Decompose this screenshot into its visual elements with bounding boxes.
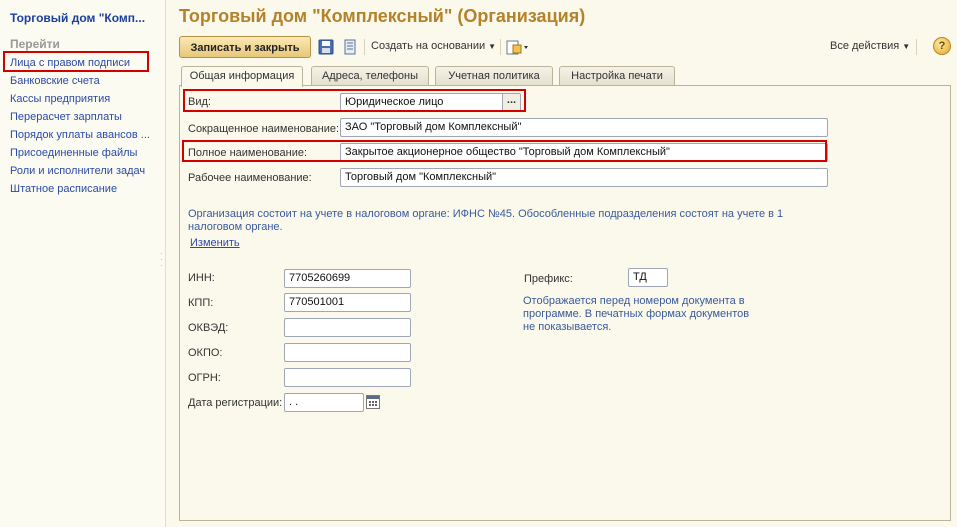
- sidebar-item-payroll-recalc[interactable]: Перерасчет зарплаты: [10, 108, 160, 126]
- ogrn-field[interactable]: [284, 368, 411, 387]
- general-info-panel: Вид: Юридическое лицо ... Сокращенное на…: [179, 85, 951, 521]
- full-name-field[interactable]: Закрытое акционерное общество "Торговый …: [340, 143, 828, 162]
- sidebar-item-attached-files[interactable]: Присоединенные файлы: [10, 144, 160, 162]
- prefix-hint: Отображается перед номером документа в п…: [523, 295, 750, 333]
- okved-field[interactable]: [284, 318, 411, 337]
- short-name-field[interactable]: ЗАО "Торговый дом Комплексный": [340, 118, 828, 137]
- prefix-field[interactable]: ТД: [628, 268, 668, 287]
- short-name-label: Сокращенное наименование:: [188, 123, 340, 135]
- reg-date-field[interactable]: . .: [284, 393, 364, 412]
- okpo-field[interactable]: [284, 343, 411, 362]
- kpp-label: КПП:: [188, 297, 214, 309]
- save-icon[interactable]: [318, 39, 334, 55]
- sidebar-item-advance-payments[interactable]: Порядок уплаты авансов ...: [10, 126, 160, 144]
- sidebar-item-task-roles[interactable]: Роли и исполнители задач: [10, 162, 160, 180]
- help-button[interactable]: ?: [933, 37, 951, 55]
- kpp-field[interactable]: 770501001: [284, 293, 411, 312]
- sidebar: Торговый дом "Комп... Перейти Лица с пра…: [0, 0, 166, 527]
- all-actions-menu[interactable]: Все действия ▼: [830, 40, 910, 52]
- report-menu-icon[interactable]: [506, 39, 530, 55]
- save-and-close-button[interactable]: Записать и закрыть: [179, 36, 311, 58]
- select-vid-button[interactable]: ...: [502, 94, 520, 111]
- tab-general-info[interactable]: Общая информация: [181, 66, 303, 87]
- sidebar-item-signatories[interactable]: Лица с правом подписи: [10, 54, 160, 72]
- toolbar-separator: [500, 39, 501, 55]
- sidebar-nav: Лица с правом подписи Банковские счета К…: [10, 54, 160, 198]
- inn-label: ИНН:: [188, 272, 215, 284]
- vid-field[interactable]: Юридическое лицо ...: [340, 93, 521, 112]
- main-area: Торговый дом "Комплексный" (Организация)…: [167, 0, 957, 527]
- sidebar-item-bank-accounts[interactable]: Банковские счета: [10, 72, 160, 90]
- work-name-field[interactable]: Торговый дом "Комплексный": [340, 168, 828, 187]
- okved-label: ОКВЭД:: [188, 322, 229, 334]
- reg-date-label: Дата регистрации:: [188, 397, 283, 409]
- calendar-icon[interactable]: [366, 395, 380, 409]
- chevron-down-icon: ▼: [902, 42, 911, 51]
- work-name-label: Рабочее наименование:: [188, 172, 312, 184]
- tab-accounting-policy[interactable]: Учетная политика: [435, 66, 553, 86]
- sidebar-item-staff-schedule[interactable]: Штатное расписание: [10, 180, 160, 198]
- sidebar-title: Торговый дом "Комп...: [10, 11, 146, 25]
- all-actions-label: Все действия: [830, 40, 900, 52]
- document-list-icon[interactable]: [342, 39, 358, 55]
- splitter-grip[interactable]: · · ·: [160, 249, 164, 270]
- chevron-down-icon: ▼: [488, 42, 497, 51]
- full-name-label: Полное наименование:: [188, 147, 308, 159]
- create-based-on-menu[interactable]: Создать на основании ▼: [371, 40, 496, 52]
- inn-field[interactable]: 7705260699: [284, 269, 411, 288]
- vid-value: Юридическое лицо: [345, 96, 444, 108]
- tab-addresses-phones[interactable]: Адреса, телефоны: [311, 66, 429, 86]
- change-link[interactable]: Изменить: [190, 237, 240, 249]
- tab-print-settings[interactable]: Настройка печати: [559, 66, 675, 86]
- toolbar-separator: [916, 39, 917, 55]
- ogrn-label: ОГРН:: [188, 372, 221, 384]
- okpo-label: ОКПО:: [188, 347, 223, 359]
- prefix-label: Префикс:: [524, 273, 573, 285]
- page-title: Торговый дом "Комплексный" (Организация): [179, 6, 586, 26]
- sidebar-section-goto: Перейти: [10, 37, 60, 51]
- toolbar: Записать и закрыть Создать на основании ▼…: [179, 36, 951, 58]
- vid-label: Вид:: [188, 96, 211, 108]
- create-based-on-label: Создать на основании: [371, 40, 486, 52]
- toolbar-separator: [364, 39, 365, 55]
- sidebar-item-cash-desks[interactable]: Кассы предприятия: [10, 90, 160, 108]
- tax-registration-info: Организация состоит на учете в налоговом…: [188, 208, 784, 233]
